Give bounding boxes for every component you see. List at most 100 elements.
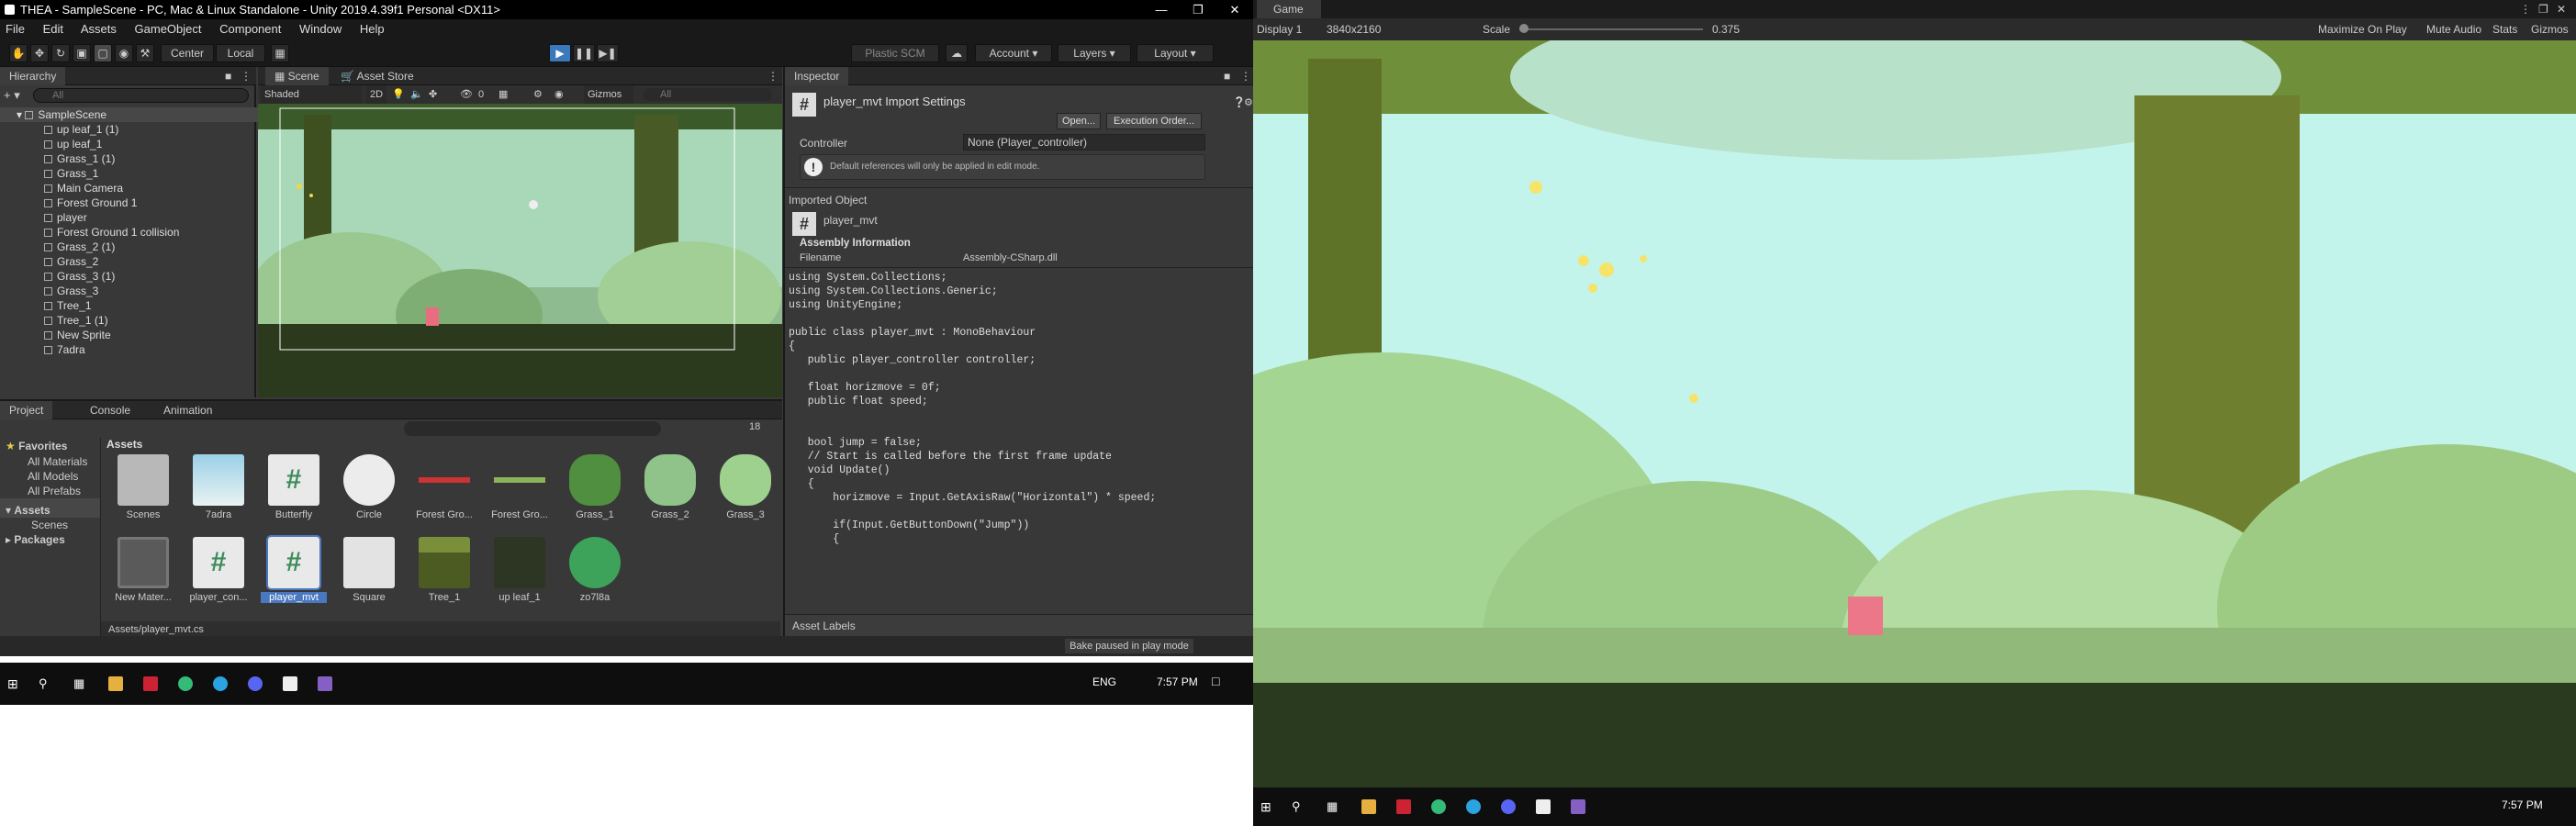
menu-gameobject[interactable]: GameObject: [135, 22, 202, 36]
hierarchy-item[interactable]: Grass_1 (1): [0, 151, 263, 166]
visual-studio-icon[interactable]: [1571, 799, 1585, 814]
inspector-lock-icon[interactable]: ■: [1224, 67, 1230, 85]
scale-slider-handle[interactable]: [1519, 24, 1529, 33]
move-tool-icon[interactable]: ✥: [30, 44, 49, 62]
file-explorer-icon[interactable]: [1361, 799, 1376, 814]
hand-tool-icon[interactable]: ✋: [9, 44, 28, 62]
pivot-center-button[interactable]: Center: [161, 44, 214, 62]
unity-taskbar-icon[interactable]: [283, 676, 297, 691]
discord-icon[interactable]: [248, 676, 263, 691]
unity-taskbar-icon[interactable]: [1536, 799, 1551, 814]
minimize-button[interactable]: —: [1143, 0, 1180, 19]
snap-icon[interactable]: ▦: [271, 44, 289, 62]
hierarchy-item[interactable]: player: [0, 210, 263, 225]
hierarchy-item[interactable]: up leaf_1: [0, 137, 263, 151]
packages-folder-row[interactable]: ▸ Packages: [0, 532, 100, 547]
asset-tile[interactable]: # player_con...: [185, 537, 252, 603]
tab-inspector[interactable]: Inspector: [785, 67, 849, 85]
audio-icon[interactable]: 🔈: [410, 85, 423, 104]
controller-field[interactable]: None (Player_controller): [963, 134, 1205, 151]
maximize-button[interactable]: ❐: [1180, 0, 1216, 19]
account-dropdown[interactable]: Account ▾: [975, 44, 1052, 62]
menu-edit[interactable]: Edit: [43, 22, 63, 36]
tab-scene[interactable]: ▦ Scene: [265, 67, 329, 85]
resolution-dropdown[interactable]: 3840x2160: [1327, 18, 1428, 40]
game-maximize-icon[interactable]: ❐: [2538, 0, 2548, 18]
scene-search-input[interactable]: All: [644, 88, 772, 101]
game-close-icon[interactable]: ✕: [2557, 0, 2566, 18]
rotate-tool-icon[interactable]: ↻: [51, 44, 70, 62]
maximize-on-play-toggle[interactable]: Maximize On Play: [2318, 18, 2407, 40]
fav-all-materials[interactable]: All Materials: [0, 454, 100, 469]
asset-tile[interactable]: Forest Gro...: [411, 454, 477, 520]
hierarchy-item[interactable]: Grass_3 (1): [0, 269, 263, 284]
custom-tool-icon[interactable]: ⚒: [136, 44, 154, 62]
settings-gear-icon[interactable]: ⚙: [1244, 96, 1253, 108]
lighting-icon[interactable]: 💡: [392, 85, 405, 104]
open-button[interactable]: Open...: [1057, 113, 1101, 129]
grid-icon[interactable]: ▦: [498, 85, 508, 104]
asset-tile[interactable]: Forest Gro...: [487, 454, 553, 520]
scene-viewport[interactable]: [258, 104, 782, 397]
game-viewport[interactable]: [1253, 40, 2576, 787]
plastic-scm-button[interactable]: Plastic SCM: [851, 44, 939, 62]
task-view-icon[interactable]: ▦: [1327, 799, 1341, 814]
mute-audio-toggle[interactable]: Mute Audio: [2426, 18, 2481, 40]
gizmos-dropdown[interactable]: Gizmos: [584, 85, 633, 104]
transform-tool-icon[interactable]: ◉: [115, 44, 133, 62]
menu-file[interactable]: File: [6, 22, 25, 36]
asset-tile[interactable]: Grass_1: [562, 454, 628, 520]
scale-tool-icon[interactable]: ▣: [73, 44, 91, 62]
fav-all-models[interactable]: All Models: [0, 469, 100, 484]
more-menu-icon[interactable]: ⋮: [241, 67, 252, 85]
close-button[interactable]: ✕: [1216, 0, 1253, 19]
menu-window[interactable]: Window: [299, 22, 342, 36]
hierarchy-item[interactable]: Forest Ground 1: [0, 195, 263, 210]
scale-slider[interactable]: [1519, 28, 1703, 30]
lock-icon[interactable]: ■: [225, 67, 231, 85]
display-dropdown[interactable]: Display 1: [1257, 18, 1321, 40]
hierarchy-item[interactable]: Grass_1: [0, 166, 263, 181]
file-explorer-icon[interactable]: [108, 676, 123, 691]
inspector-more-icon[interactable]: ⋮: [1240, 67, 1251, 85]
notification-icon[interactable]: □: [1212, 674, 1219, 688]
pivot-local-button[interactable]: Local: [216, 44, 265, 62]
visual-studio-icon[interactable]: [318, 676, 332, 691]
hierarchy-item[interactable]: 7adra: [0, 342, 263, 357]
game-more-icon[interactable]: ⋮: [2520, 0, 2531, 18]
hierarchy-item[interactable]: up leaf_1 (1): [0, 122, 263, 137]
app-icon-red[interactable]: [1396, 799, 1411, 814]
layout-dropdown[interactable]: Layout ▾: [1137, 44, 1214, 62]
hierarchy-item[interactable]: New Sprite: [0, 328, 263, 342]
asset-tile[interactable]: Circle: [336, 454, 402, 520]
hierarchy-item[interactable]: Grass_2 (1): [0, 240, 263, 254]
scenes-folder-row[interactable]: Scenes: [0, 518, 100, 532]
favorites-row[interactable]: ★ Favorites: [0, 438, 100, 454]
asset-tile[interactable]: # player_mvt: [261, 535, 327, 603]
app-icon-red[interactable]: [143, 676, 158, 691]
cloud-icon[interactable]: ☁: [946, 44, 968, 62]
menu-component[interactable]: Component: [219, 22, 281, 36]
scene-more-icon[interactable]: ⋮: [767, 67, 778, 85]
discord-icon[interactable]: [1501, 799, 1516, 814]
visibility-icon[interactable]: 👁: [460, 85, 473, 104]
camera-icon[interactable]: ◉: [554, 85, 564, 104]
project-search-input[interactable]: [404, 421, 661, 436]
start-icon[interactable]: ⊞: [7, 676, 22, 691]
hierarchy-search-input[interactable]: All: [33, 88, 249, 103]
fav-all-prefabs[interactable]: All Prefabs: [0, 484, 100, 498]
search-icon[interactable]: ⚲: [39, 676, 53, 691]
asset-tile[interactable]: Grass_3: [712, 454, 778, 520]
2d-toggle[interactable]: 2D: [366, 85, 386, 104]
asset-tile[interactable]: # Butterfly: [261, 454, 327, 520]
add-object-button[interactable]: + ▾: [4, 88, 31, 103]
tools-icon[interactable]: ⚙: [533, 85, 543, 104]
execution-order-button[interactable]: Execution Order...: [1106, 113, 1202, 129]
asset-tile[interactable]: Scenes: [110, 454, 176, 520]
asset-tile[interactable]: up leaf_1: [487, 537, 553, 603]
task-view-icon[interactable]: ▦: [73, 676, 88, 691]
effects-icon[interactable]: ✤: [429, 85, 437, 104]
asset-tile[interactable]: 7adra: [185, 454, 252, 520]
tab-game[interactable]: Game: [1257, 0, 1321, 18]
hierarchy-item[interactable]: Main Camera: [0, 181, 263, 195]
